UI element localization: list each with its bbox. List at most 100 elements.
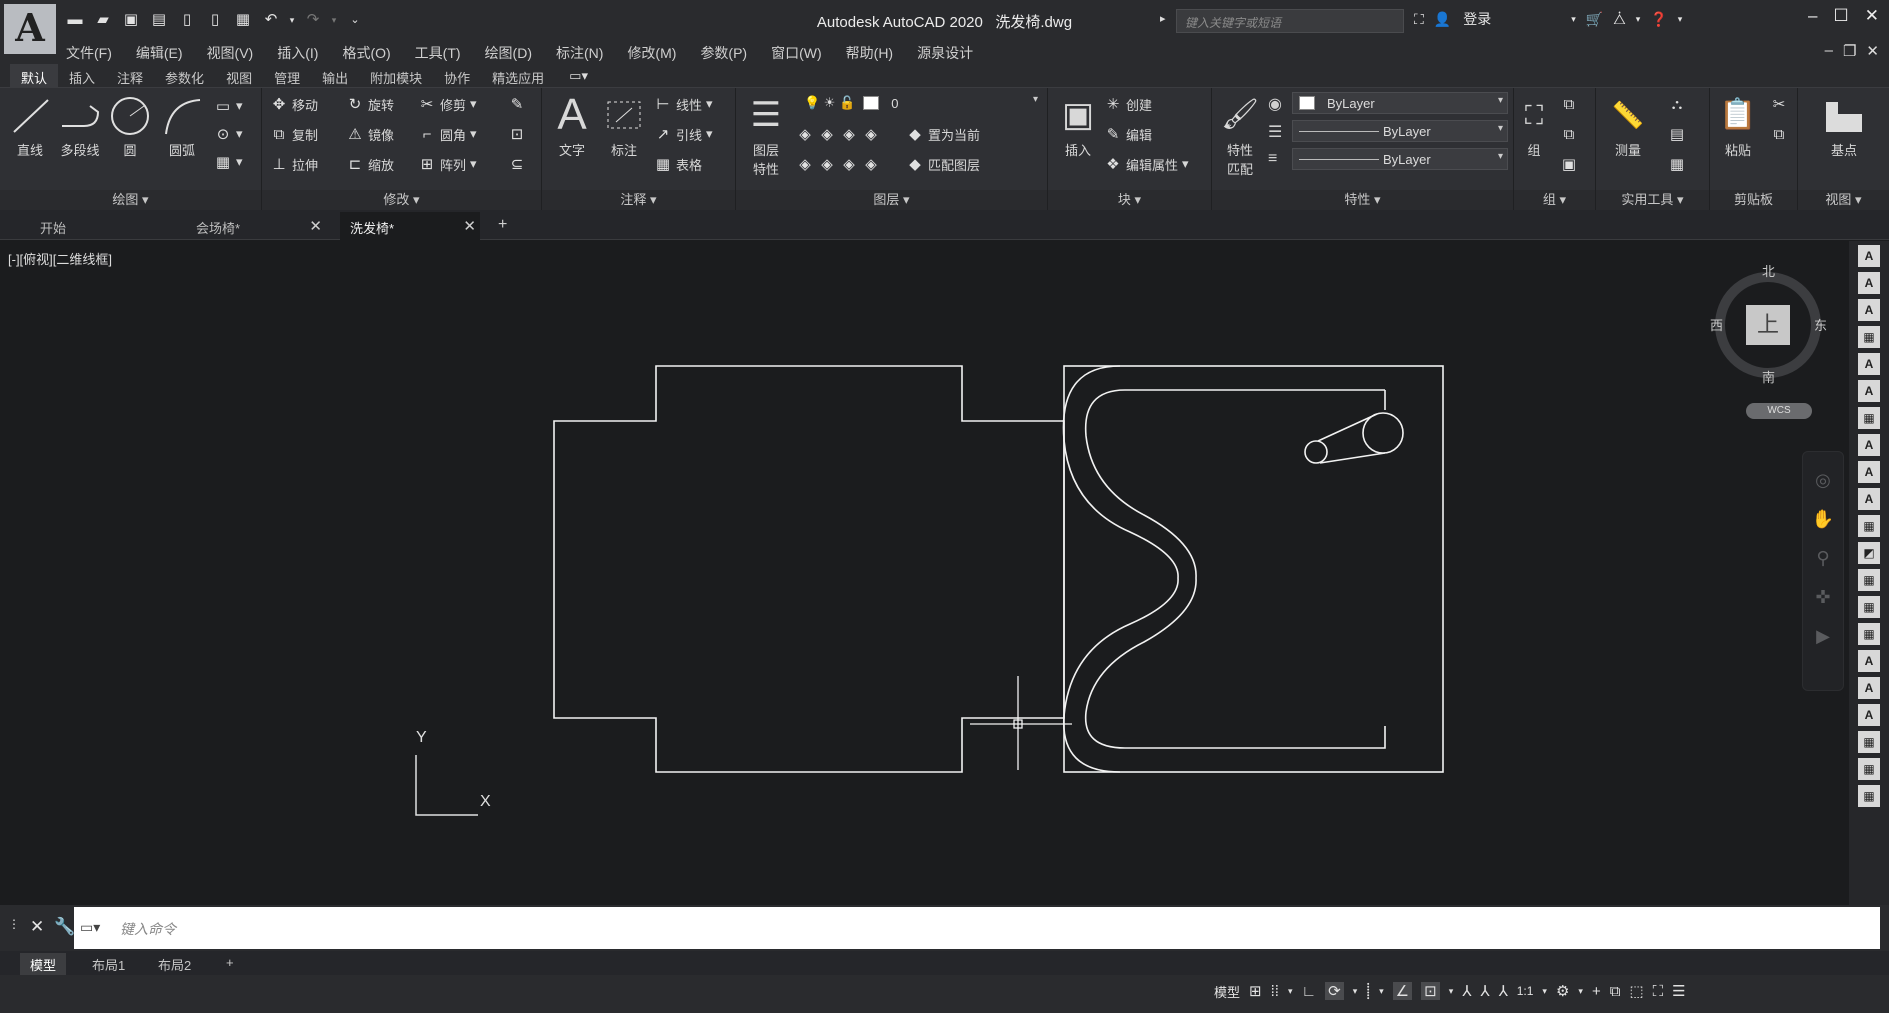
redo-icon[interactable]: ↷ [302, 10, 324, 30]
save-icon[interactable]: ▣ [120, 10, 142, 30]
customize-menu-icon[interactable]: ☰ [1672, 982, 1685, 1000]
set-current-button[interactable]: ◆ 置为当前 [906, 122, 980, 146]
circle-button[interactable]: 圆 [104, 92, 156, 159]
tab-view[interactable]: 视图 [215, 64, 263, 88]
panel-title-draw[interactable]: 绘图 ▾ [0, 190, 261, 210]
open-web-icon[interactable]: ▯ [176, 10, 198, 30]
recent-commands-icon[interactable]: ▭▾ [80, 919, 100, 936]
compass-west[interactable]: 西 [1710, 315, 1723, 334]
stretch-button[interactable]: ⊥ 拉伸 [270, 152, 318, 176]
hardware-acceleration-icon[interactable]: ⬚ [1629, 982, 1643, 1000]
mirror-button[interactable]: ⚠ 镜像 [346, 122, 394, 146]
doc-close-icon[interactable]: ✕ [1866, 42, 1879, 60]
tool-palette-icon[interactable]: ◩ [1858, 542, 1880, 564]
customize-qat-icon[interactable]: ⌄ [344, 10, 366, 30]
tab-default[interactable]: 默认 [10, 64, 59, 88]
osnap-dropdown-icon[interactable]: ▾ [1449, 986, 1454, 997]
binoculars-icon[interactable]: ⛶ [1414, 11, 1424, 28]
text-button[interactable]: A 文字 [546, 92, 598, 159]
layout-tab-model[interactable]: 模型 [20, 953, 67, 976]
panel-title-utilities[interactable]: 实用工具 ▾ [1596, 190, 1709, 210]
tool-palette-icon[interactable]: A [1858, 461, 1880, 483]
menu-parametric[interactable]: 参数(P) [700, 43, 747, 63]
measure-button[interactable]: 📏 测量 [1602, 92, 1654, 159]
layout-tab-1[interactable]: 布局1 [82, 953, 135, 976]
calculator-button[interactable]: ▦ [1668, 152, 1686, 176]
edit-block-button[interactable]: ✎ 编辑 [1104, 122, 1152, 146]
print-icon[interactable]: ▦ [232, 10, 254, 30]
tool-palette-icon[interactable]: A [1858, 353, 1880, 375]
panel-title-layers[interactable]: 图层 ▾ [736, 190, 1047, 210]
tool-palette-icon[interactable]: A [1858, 677, 1880, 699]
drawing-viewport[interactable]: [-][俯视][二维线框] Y X 北 南 西 东 上 WCS ◎ ✋ ⚲ ✜ … [0, 241, 1849, 905]
tool-palette-icon[interactable]: A [1858, 488, 1880, 510]
tab-output[interactable]: 输出 [311, 64, 359, 88]
edit-attributes-button[interactable]: ❖ 编辑属性 ▾ [1104, 152, 1188, 176]
erase-button[interactable]: ✎ [508, 92, 526, 116]
cut-button[interactable]: ✂ [1770, 92, 1788, 116]
new-tab-icon[interactable]: + [498, 216, 507, 234]
tool-palette-icon[interactable]: ▦ [1858, 731, 1880, 753]
tool-palette-icon[interactable]: ▦ [1858, 569, 1880, 591]
a360-icon[interactable]: ⧊ [1613, 11, 1626, 28]
tool-palette-icon[interactable]: A [1858, 434, 1880, 456]
compass-east[interactable]: 东 [1814, 315, 1827, 334]
scale-dropdown-icon[interactable]: ▾ [1542, 986, 1547, 997]
tool-palette-icon[interactable]: ▦ [1858, 596, 1880, 618]
workspace-dropdown-icon[interactable]: ▾ [1578, 986, 1583, 997]
doc-restore-icon[interactable]: ❐ [1843, 42, 1856, 60]
minimize-icon[interactable]: – [1808, 6, 1817, 26]
file-tab-meeting-chair[interactable]: 会场椅* ✕ [186, 212, 326, 240]
save-web-icon[interactable]: ▯ [204, 10, 226, 30]
scale-value[interactable]: 1:1 [1517, 984, 1534, 998]
match-properties-button[interactable]: 🖌 特性匹配 [1214, 92, 1266, 178]
panel-title-block[interactable]: 块 ▾ [1048, 190, 1211, 210]
tab-parametric[interactable]: 参数化 [154, 64, 215, 88]
menu-dimension[interactable]: 标注(N) [556, 43, 603, 63]
redo-dropdown-icon[interactable]: ▾ [330, 10, 338, 30]
tool-palette-icon[interactable]: ▦ [1858, 326, 1880, 348]
layout-tab-2[interactable]: 布局2 [148, 953, 201, 976]
color-dropdown[interactable]: ByLayer ▾ [1292, 92, 1508, 114]
layer-dropdown[interactable]: 💡 ☀ 🔓 0 ▾ [798, 92, 1042, 114]
snap-icon[interactable]: ⁞⁞ [1271, 983, 1279, 1000]
menu-edit[interactable]: 编辑(E) [136, 43, 183, 63]
menu-help[interactable]: 帮助(H) [846, 43, 893, 63]
app-menu-button[interactable]: A [4, 4, 56, 54]
trim-button[interactable]: ✂ 修剪 ▾ [418, 92, 477, 116]
tool-palette-icon[interactable]: A [1858, 245, 1880, 267]
paste-button[interactable]: 📋 粘贴 [1712, 92, 1764, 159]
layer-tools-row1[interactable]: ◈ ◈ ◈ ◈ [796, 122, 880, 146]
a360-dropdown-icon[interactable]: ▾ [1636, 14, 1641, 25]
explode-button[interactable]: ⊡ [508, 122, 526, 146]
lineweight-dropdown[interactable]: ByLayer ▾ [1292, 148, 1508, 170]
new-file-icon[interactable]: ▬ [64, 10, 86, 30]
isolate-objects-icon[interactable]: ⧉ [1610, 983, 1621, 1000]
panel-title-clipboard[interactable]: 剪贴板 [1710, 190, 1797, 210]
linear-button[interactable]: ⊢ 线性 ▾ [654, 92, 712, 116]
menu-file[interactable]: 文件(F) [66, 43, 112, 63]
tool-palette-icon[interactable]: A [1858, 272, 1880, 294]
leader-button[interactable]: ↗ 引线 ▾ [654, 122, 713, 146]
search-expand-icon[interactable]: ▸ [1160, 12, 1166, 25]
object-snap-tracking-icon[interactable]: ∠ [1392, 982, 1413, 1000]
panel-title-groups[interactable]: 组 ▾ [1514, 190, 1595, 210]
polar-icon[interactable]: ⟳ [1325, 982, 1344, 1000]
snap-dropdown-icon[interactable]: ▾ [1288, 986, 1293, 997]
tab-annotate[interactable]: 注释 [106, 64, 154, 88]
base-point-button[interactable]: 基点 [1818, 92, 1870, 159]
plus-icon[interactable]: + [1592, 983, 1601, 1000]
undo-dropdown-icon[interactable]: ▾ [288, 10, 296, 30]
match-layer-button[interactable]: ◆ 匹配图层 [906, 152, 980, 176]
tab-addins[interactable]: 附加模块 [359, 64, 433, 88]
count-button[interactable]: ▤ [1668, 122, 1686, 146]
tool-palette-icon[interactable]: ▦ [1858, 407, 1880, 429]
tool-palette-icon[interactable]: A [1858, 704, 1880, 726]
array-button[interactable]: ⊞ 阵列 ▾ [418, 152, 477, 176]
viewcube[interactable]: 北 南 西 东 上 WCS [1710, 261, 1830, 419]
grip-icon[interactable]: ⋮ [8, 917, 20, 937]
user-icon[interactable]: 👤 [1434, 11, 1451, 28]
panel-title-modify[interactable]: 修改 ▾ [262, 190, 541, 210]
linetype-dropdown[interactable]: ByLayer ▾ [1292, 120, 1508, 142]
ungroup-button[interactable]: ⧉ [1560, 92, 1578, 116]
